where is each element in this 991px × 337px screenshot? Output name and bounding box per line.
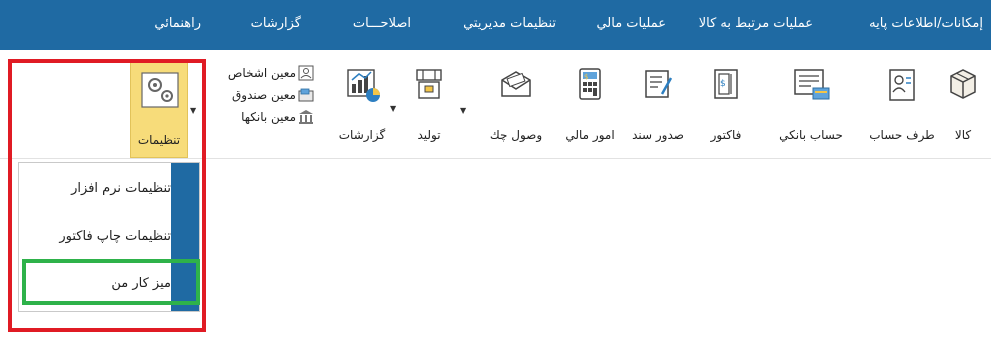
cashbox-ledger-button[interactable]: معين صندوق <box>214 86 314 106</box>
menu-help[interactable]: راهنمائي <box>154 0 201 50</box>
account-party-button[interactable]: طرف حساب <box>869 60 935 154</box>
production-dropdown-arrow-icon[interactable]: ▼ <box>460 106 466 115</box>
cashbox-ledger-label: معين صندوق <box>231 88 296 102</box>
invoice-button[interactable]: $ فاكتور <box>702 60 750 154</box>
production-label: توليد <box>417 128 441 142</box>
contact-card-icon <box>882 64 922 108</box>
bank-card-icon <box>789 64 833 108</box>
reports-button[interactable]: گزارشات <box>332 60 392 154</box>
envelope-check-icon <box>496 64 536 108</box>
people-ledger-label: معين اشخاص <box>227 66 296 80</box>
reports-dropdown-arrow-icon[interactable]: ▼ <box>390 104 396 113</box>
production-icon <box>409 64 449 108</box>
menu-reports[interactable]: گزارشات <box>251 0 301 50</box>
people-icon <box>298 65 314 84</box>
production-button[interactable]: توليد <box>406 60 452 154</box>
annotation-green-frame <box>22 259 200 305</box>
receive-cheque-button[interactable]: وصول چك <box>486 60 546 154</box>
menu-corrections[interactable]: اصلاحـــات <box>353 0 411 50</box>
goods-button[interactable]: كالا <box>938 60 988 154</box>
receive-cheque-label: وصول چك <box>489 128 543 142</box>
calculator-icon: $ <box>570 64 610 108</box>
svg-text:$: $ <box>584 73 588 81</box>
menu-management-settings[interactable]: تنظيمات مديريتي <box>463 0 556 50</box>
issue-document-button[interactable]: صدور سند <box>628 60 688 154</box>
invoice-icon: $ <box>706 64 746 108</box>
account-party-label: طرف حساب <box>869 128 935 142</box>
people-ledger-button[interactable]: معين اشخاص <box>214 64 314 84</box>
bank-account-button[interactable]: حساب بانكي <box>775 60 847 154</box>
menu-goods-operations[interactable]: عمليات مرتبط به كالا <box>699 0 813 50</box>
main-menu-bar: إمكانات/اطلاعات پايه عمليات مرتبط به كال… <box>0 0 991 50</box>
bank-icon <box>298 109 314 128</box>
bank-account-label: حساب بانكي <box>779 128 843 142</box>
financial-affairs-label: امور مالي <box>565 128 615 142</box>
document-edit-icon <box>638 64 678 108</box>
menu-basic-info[interactable]: إمكانات/اطلاعات پايه <box>869 0 983 50</box>
reports-label: گزارشات <box>338 128 386 142</box>
cashbox-icon <box>298 87 314 106</box>
financial-affairs-button[interactable]: $ امور مالي <box>560 60 620 154</box>
box-icon <box>943 64 983 108</box>
svg-text:$: $ <box>720 79 726 89</box>
issue-document-label: صدور سند <box>632 128 684 142</box>
menu-financial-operations[interactable]: عمليات مالي <box>596 0 666 50</box>
chart-icon <box>342 64 382 108</box>
invoice-label: فاكتور <box>710 128 742 142</box>
banks-ledger-button[interactable]: معين بانكها <box>214 108 314 128</box>
banks-ledger-label: معين بانكها <box>241 110 296 124</box>
